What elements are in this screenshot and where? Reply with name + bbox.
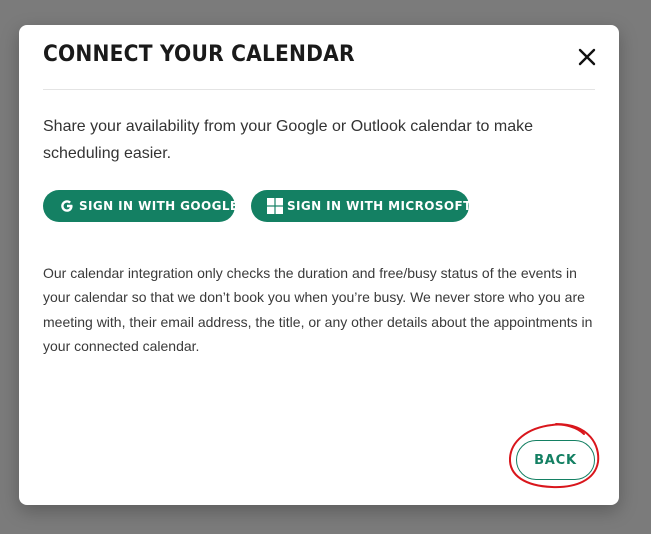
- sign-in-microsoft-label: SIGN IN WITH MICROSOFT: [287, 199, 472, 213]
- connect-calendar-dialog: CONNECT YOUR CALENDAR Share your availab…: [19, 25, 619, 505]
- header-divider: [43, 89, 595, 90]
- close-button[interactable]: [575, 45, 599, 69]
- privacy-info-text: Our calendar integration only checks the…: [43, 265, 593, 354]
- dialog-title: CONNECT YOUR CALENDAR: [43, 42, 355, 67]
- sign-in-microsoft-button[interactable]: SIGN IN WITH MICROSOFT: [251, 190, 472, 222]
- sign-in-google-button[interactable]: SIGN IN WITH GOOGLE: [43, 190, 238, 222]
- intro-text: Share your availability from your Google…: [43, 118, 534, 162]
- sign-in-buttons: SIGN IN WITH GOOGLE SIGN IN WITH MICROSO…: [43, 190, 472, 222]
- windows-icon: [267, 198, 283, 214]
- sign-in-google-label: SIGN IN WITH GOOGLE: [79, 199, 239, 213]
- back-button[interactable]: BACK: [516, 440, 595, 480]
- close-icon: [578, 48, 596, 66]
- google-icon: [59, 198, 75, 214]
